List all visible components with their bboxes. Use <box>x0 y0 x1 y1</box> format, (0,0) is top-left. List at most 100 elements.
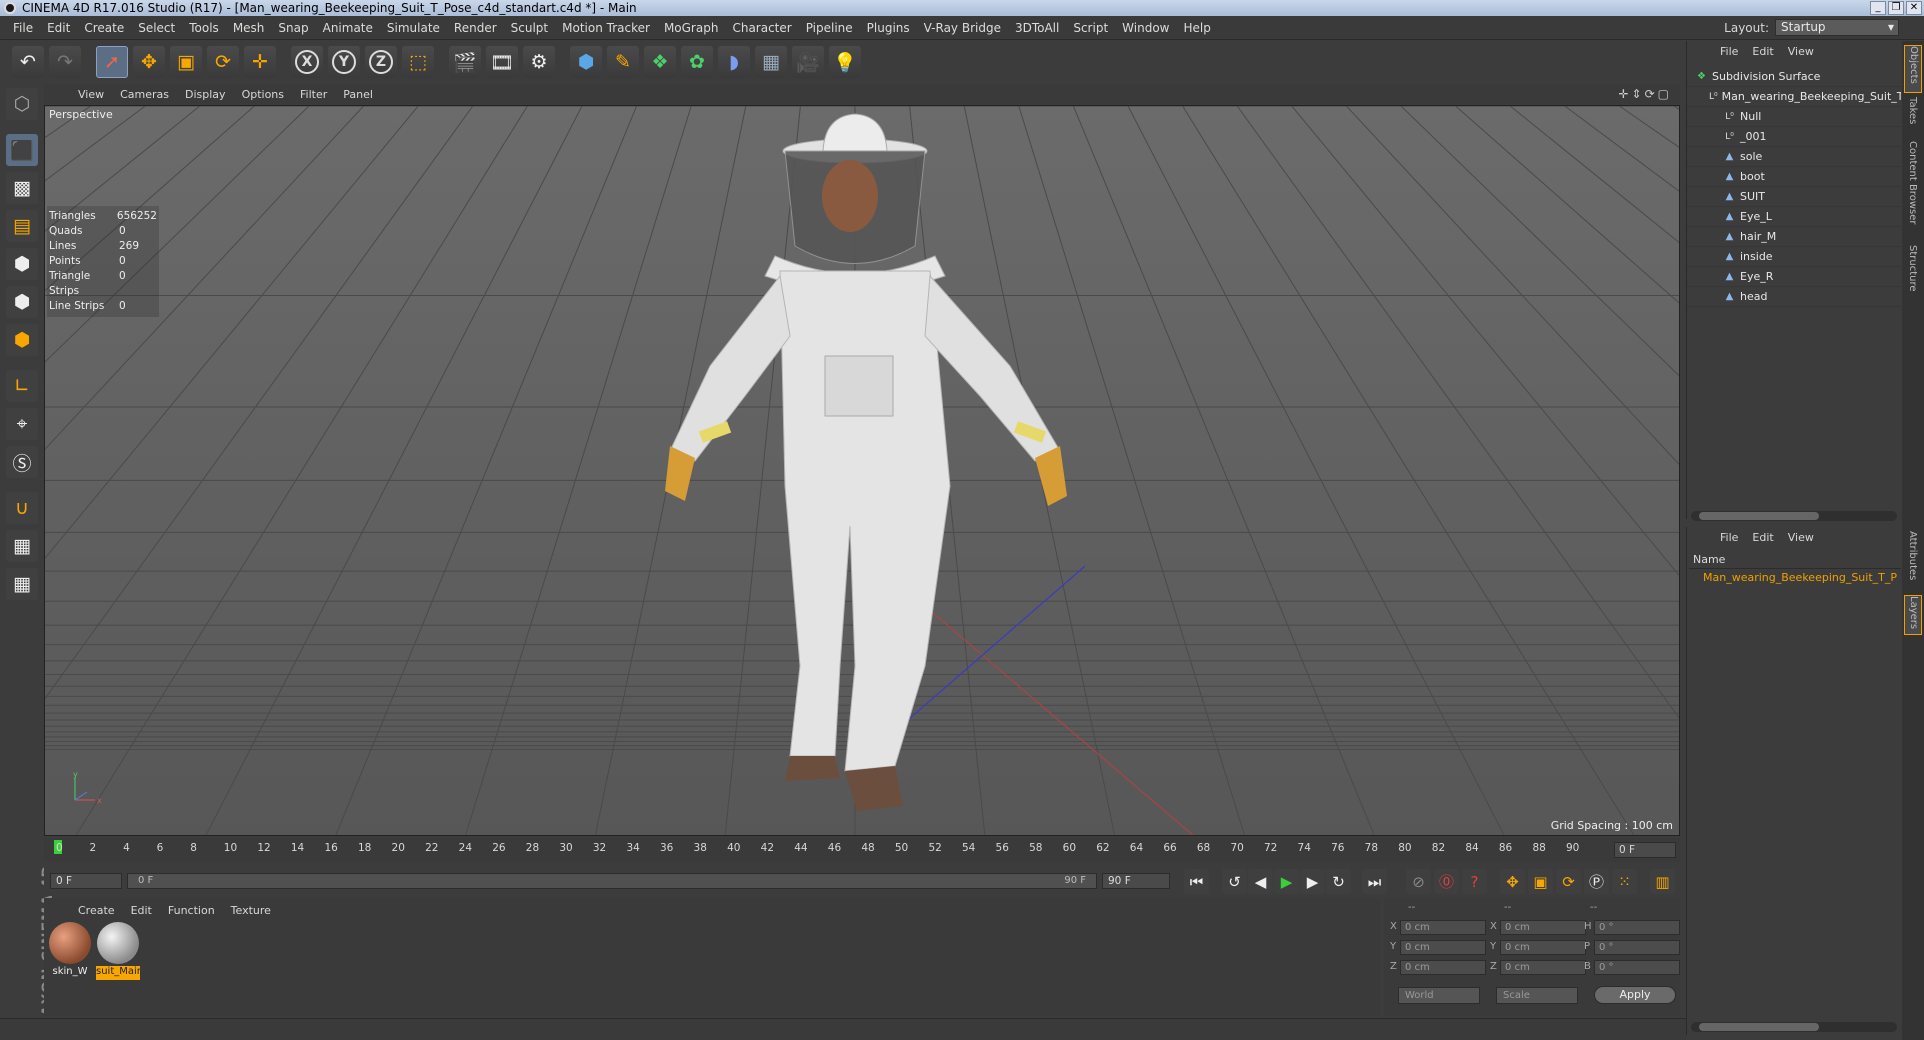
current-frame-field[interactable]: 0 F <box>1614 842 1676 858</box>
material-menu-edit[interactable]: Edit <box>123 904 160 917</box>
lock-workplane-icon[interactable]: ▦ <box>6 530 38 562</box>
menu-mesh[interactable]: Mesh <box>226 21 272 35</box>
frame-ruler[interactable]: 0 2 4 6 8 10 12 14 16 18 20 22 24 26 28 30 32 34 36 38 40 42 4… <box>54 840 1612 862</box>
object-tree-row[interactable]: ❖ Subdivision Surface <box>1687 67 1901 87</box>
cloner-icon[interactable]: ✿ <box>681 46 713 78</box>
rotation-p-field[interactable]: 0 ° <box>1594 940 1680 955</box>
z-axis-lock-icon[interactable]: Z <box>365 46 397 78</box>
object-tree-row[interactable]: ▲ sole <box>1687 147 1901 167</box>
autokey-icon[interactable]: ⓪ <box>1434 869 1459 894</box>
go-to-end-icon[interactable]: ⏭ <box>1362 869 1387 894</box>
render-settings-icon[interactable]: ⚙ <box>523 46 555 78</box>
key-pla-icon[interactable]: ⁙ <box>1612 869 1637 894</box>
object-manager-scrollbar[interactable] <box>1691 511 1897 521</box>
material-menu-create[interactable]: Create <box>70 904 123 917</box>
object-tree-row[interactable]: ▲ SUIT <box>1687 187 1901 207</box>
planar-workplane-icon[interactable]: ▦ <box>6 568 38 600</box>
menu-v-ray-bridge[interactable]: V-Ray Bridge <box>917 21 1008 35</box>
rotation-b-field[interactable]: 0 ° <box>1594 960 1680 975</box>
render-picture-viewer-icon[interactable]: 🎞 <box>486 46 518 78</box>
points-mode-icon[interactable]: ⬢ <box>6 248 38 280</box>
object-tree-row[interactable]: L⁰ Man_wearing_Beekeeping_Suit_T_ <box>1687 87 1901 107</box>
rotate-icon[interactable]: ⟳ <box>207 46 239 78</box>
object-menu-edit[interactable]: Edit <box>1745 45 1780 58</box>
next-key-icon[interactable]: ↻ <box>1326 869 1351 894</box>
rotation-h-field[interactable]: 0 ° <box>1594 920 1680 935</box>
layer-menu-edit[interactable]: Edit <box>1745 531 1780 544</box>
object-tree-row[interactable]: ▲ hair_M <box>1687 227 1901 247</box>
viewport-menu-view[interactable]: View <box>70 88 112 101</box>
object-tree-row[interactable]: L⁰ Null <box>1687 107 1901 127</box>
menu-window[interactable]: Window <box>1115 21 1176 35</box>
floor-icon[interactable]: ▦ <box>755 46 787 78</box>
position-x-field[interactable]: 0 cm <box>1400 920 1486 935</box>
record-keys-icon[interactable]: ⊘ <box>1406 869 1431 894</box>
position-z-field[interactable]: 0 cm <box>1400 960 1486 975</box>
x-axis-lock-icon[interactable]: X <box>291 46 323 78</box>
material-menu-texture[interactable]: Texture <box>223 904 279 917</box>
layer-manager-scrollbar[interactable] <box>1691 1022 1897 1032</box>
end-frame-field[interactable]: 90 F <box>1102 873 1170 889</box>
size-x-field[interactable]: 0 cm <box>1500 920 1586 935</box>
redo-icon[interactable]: ↷ <box>49 46 81 78</box>
maximize-button[interactable]: ❐ <box>1888 1 1904 15</box>
menu-3dtoall[interactable]: 3DToAll <box>1008 21 1066 35</box>
key-position-icon[interactable]: ✥ <box>1500 869 1525 894</box>
edges-mode-icon[interactable]: ⬢ <box>6 286 38 318</box>
menu-animate[interactable]: Animate <box>316 21 380 35</box>
menu-file[interactable]: File <box>6 21 40 35</box>
menu-simulate[interactable]: Simulate <box>380 21 447 35</box>
menu-plugins[interactable]: Plugins <box>860 21 917 35</box>
tab-objects[interactable]: Objects <box>1904 45 1922 93</box>
menu-script[interactable]: Script <box>1066 21 1115 35</box>
camera-icon[interactable]: 🎥 <box>792 46 824 78</box>
minimize-button[interactable]: _ <box>1870 1 1886 15</box>
object-tree-row[interactable]: ▲ boot <box>1687 167 1901 187</box>
object-tree-row[interactable]: L⁰ _001 <box>1687 127 1901 147</box>
axis-mode-icon[interactable]: ∟ <box>6 370 38 402</box>
size-z-field[interactable]: 0 cm <box>1500 960 1586 975</box>
layer-menu-file[interactable]: File <box>1713 531 1745 544</box>
make-editable-icon[interactable]: ⬡ <box>6 88 38 120</box>
cube-icon[interactable]: ⬢ <box>570 46 602 78</box>
object-tree-row[interactable]: ▲ inside <box>1687 247 1901 267</box>
object-tree-row[interactable]: ▲ Eye_R <box>1687 267 1901 287</box>
apply-button[interactable]: Apply <box>1594 986 1676 1004</box>
position-y-field[interactable]: 0 cm <box>1400 940 1486 955</box>
frame-range-slider[interactable]: 0 F 90 F <box>127 873 1097 889</box>
tab-structure[interactable]: Structure <box>1904 245 1922 305</box>
timeline-ruler[interactable]: 0 2 4 6 8 10 12 14 16 18 20 22 24 26 28 30 32 34 36 38 40 42 4… <box>44 838 1680 862</box>
go-to-start-icon[interactable]: ⏮ <box>1184 869 1209 894</box>
viewport-menu-filter[interactable]: Filter <box>292 88 335 101</box>
tab-takes[interactable]: Takes <box>1904 97 1922 137</box>
layer-row[interactable]: Man_wearing_Beekeeping_Suit_T_P <box>1689 571 1901 587</box>
scale-mode-select[interactable]: Scale <box>1496 987 1578 1004</box>
object-menu-file[interactable]: File <box>1713 45 1745 58</box>
viewport-menu-panel[interactable]: Panel <box>335 88 381 101</box>
menu-tools[interactable]: Tools <box>182 21 226 35</box>
menu-motion-tracker[interactable]: Motion Tracker <box>555 21 657 35</box>
layout-dropdown[interactable]: Startup <box>1775 19 1899 36</box>
play-forward-icon[interactable]: ▶ <box>1274 869 1299 894</box>
menu-create[interactable]: Create <box>77 21 131 35</box>
menu-snap[interactable]: Snap <box>271 21 315 35</box>
live-selection-icon[interactable]: ➚ <box>96 46 128 78</box>
viewport-menu-display[interactable]: Display <box>177 88 234 101</box>
previous-frame-icon[interactable]: ◀ <box>1248 869 1273 894</box>
keyframe-selection-icon[interactable]: ? <box>1462 869 1487 894</box>
object-tree-row[interactable]: ▲ Eye_L <box>1687 207 1901 227</box>
key-scale-icon[interactable]: ▣ <box>1528 869 1553 894</box>
menu-help[interactable]: Help <box>1176 21 1217 35</box>
next-frame-icon[interactable]: ▶ <box>1300 869 1325 894</box>
move-icon[interactable]: ✥ <box>133 46 165 78</box>
menu-character[interactable]: Character <box>725 21 798 35</box>
light-icon[interactable]: 💡 <box>829 46 861 78</box>
object-tree-row[interactable]: ▲ head <box>1687 287 1901 307</box>
snapping-icon[interactable]: Ⓢ <box>6 446 38 478</box>
scale-icon[interactable]: ▣ <box>170 46 202 78</box>
perspective-viewport[interactable]: Perspective Triangles 656252 Quads 0 Lines 26… <box>44 105 1680 836</box>
tab-content-browser[interactable]: Content Browser <box>1904 141 1922 241</box>
deformer-icon[interactable]: ◗ <box>718 46 750 78</box>
model-mode-icon[interactable]: ⬛ <box>6 134 38 166</box>
menu-edit[interactable]: Edit <box>40 21 77 35</box>
